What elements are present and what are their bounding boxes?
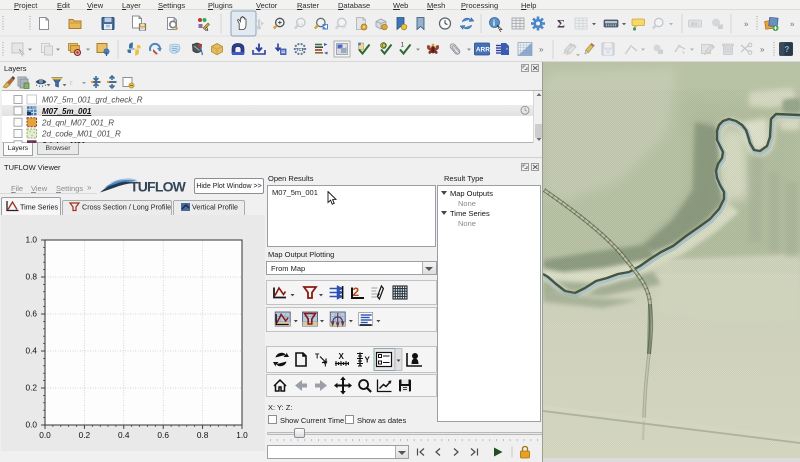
svg-text:1.0: 1.0 xyxy=(25,235,37,245)
svg-text:»: » xyxy=(790,20,795,29)
svg-text:»: » xyxy=(744,20,749,29)
svg-text:Y: Y xyxy=(365,356,371,365)
svg-text:?: ? xyxy=(785,45,790,54)
svg-text:Time Series: Time Series xyxy=(20,203,58,212)
svg-text:0.4: 0.4 xyxy=(118,430,130,440)
svg-text:Y: Y xyxy=(323,362,328,369)
svg-text:Q: Q xyxy=(382,44,387,50)
svg-text:Time Series: Time Series xyxy=(450,209,490,218)
svg-text:»: » xyxy=(760,45,765,54)
svg-text:1.0: 1.0 xyxy=(236,430,248,440)
svg-text:Map Outputs: Map Outputs xyxy=(450,189,493,198)
svg-text:None: None xyxy=(458,219,476,228)
svg-text:TUFLOW: TUFLOW xyxy=(130,179,187,195)
svg-text:0.8: 0.8 xyxy=(25,272,37,282)
svg-text:0.0: 0.0 xyxy=(39,430,51,440)
svg-text:T: T xyxy=(315,354,320,361)
svg-text:1: 1 xyxy=(401,42,405,49)
svg-text:Vertical Profile: Vertical Profile xyxy=(192,203,238,212)
svg-text:ARR: ARR xyxy=(476,47,490,54)
svg-text:2d_qnl_M07_001_R: 2d_qnl_M07_001_R xyxy=(41,118,114,127)
svg-text:0.8: 0.8 xyxy=(197,430,209,440)
svg-text:2: 2 xyxy=(353,285,360,299)
svg-text:Σ: Σ xyxy=(557,17,565,31)
svg-text:0.2: 0.2 xyxy=(79,430,91,440)
svg-text:0.2: 0.2 xyxy=(25,383,37,393)
svg-text:abc: abc xyxy=(691,22,700,28)
svg-text:0.6: 0.6 xyxy=(157,430,169,440)
svg-text:2d_code_M01_001_R: 2d_code_M01_001_R xyxy=(41,130,121,139)
svg-text:ε: ε xyxy=(70,78,74,87)
svg-text:X: X xyxy=(339,352,345,361)
svg-text:None: None xyxy=(458,199,476,208)
svg-text:1:1: 1:1 xyxy=(298,21,304,26)
svg-text:M07_5m_001_grd_check_R: M07_5m_001_grd_check_R xyxy=(42,96,143,105)
svg-text:Cross Section / Long Profile: Cross Section / Long Profile xyxy=(82,203,171,212)
svg-text:0.4: 0.4 xyxy=(25,346,37,356)
svg-text:0.6: 0.6 xyxy=(25,309,37,319)
svg-text:»: » xyxy=(539,45,544,54)
svg-text:TCF: TCF xyxy=(296,47,305,52)
svg-text:M07_5m_001: M07_5m_001 xyxy=(42,107,92,116)
svg-text:0.0: 0.0 xyxy=(25,420,37,430)
